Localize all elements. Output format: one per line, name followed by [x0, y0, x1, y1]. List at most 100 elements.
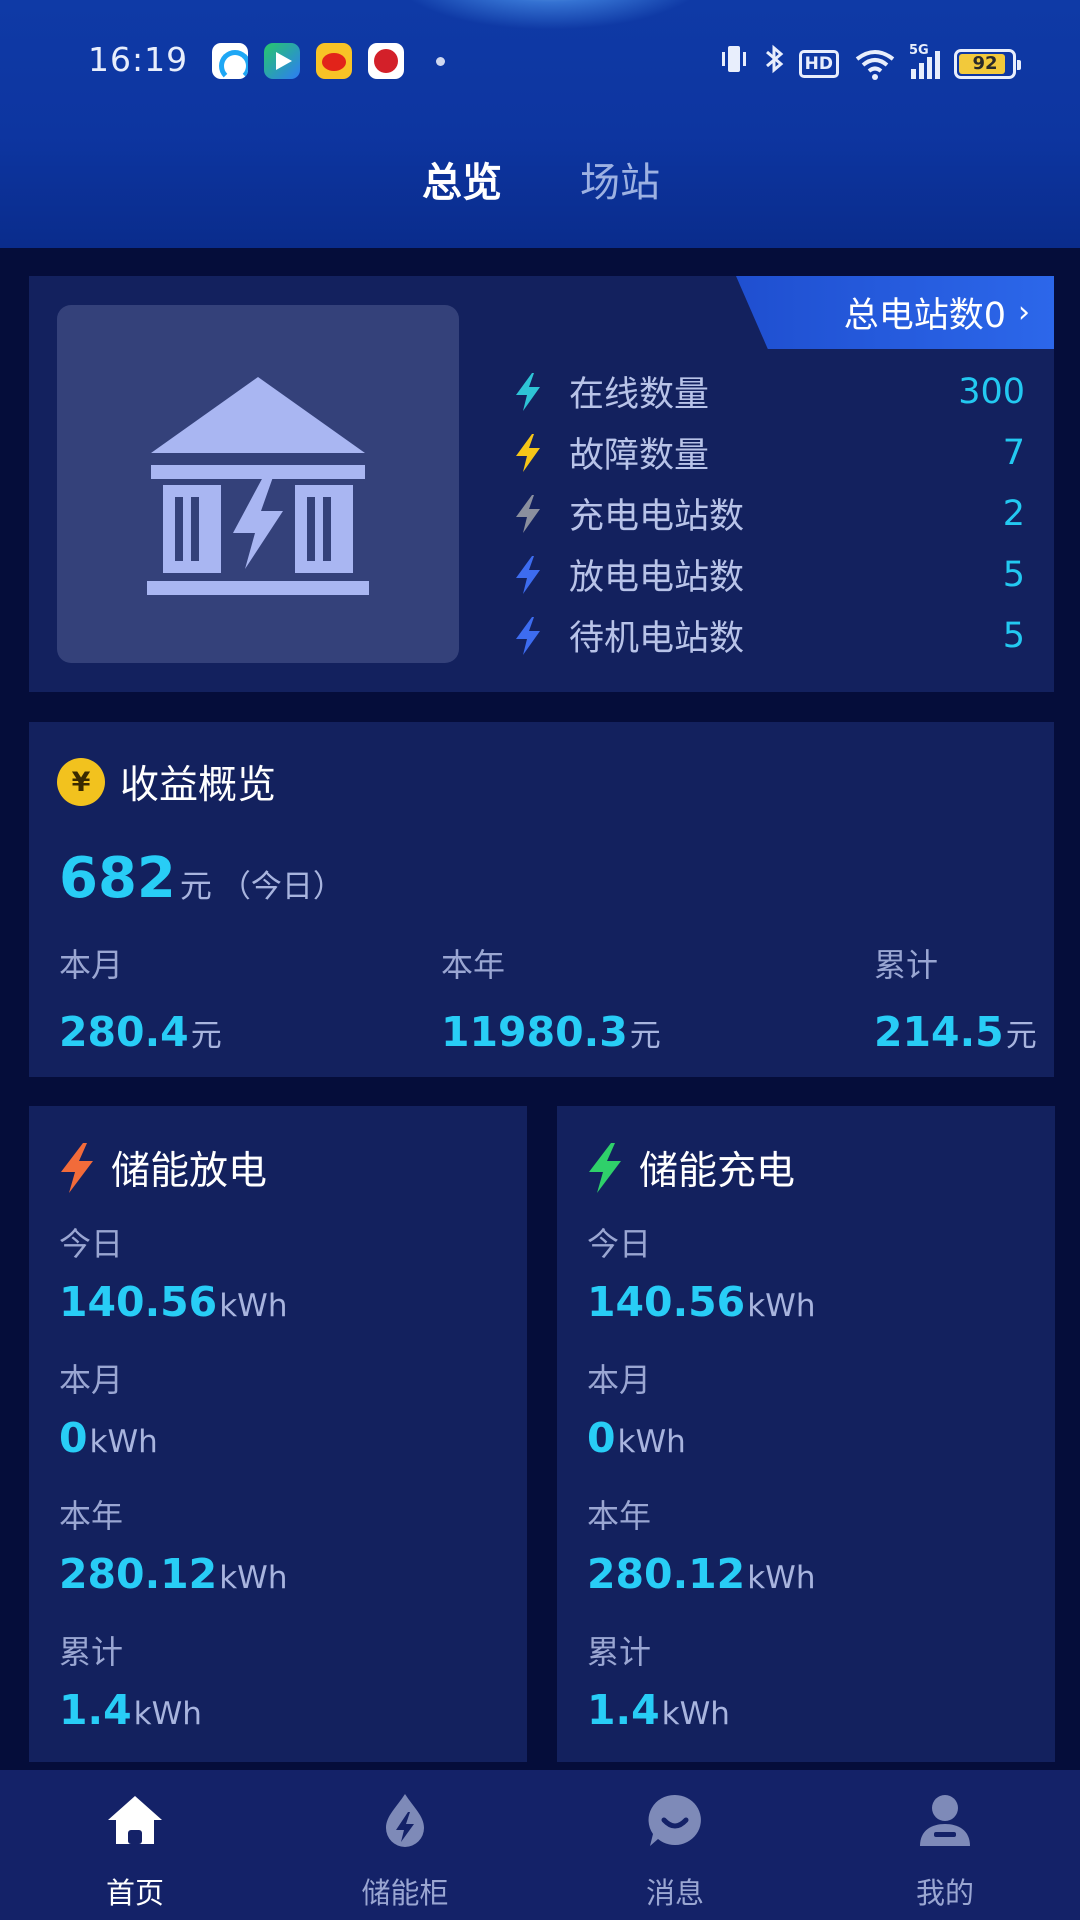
bank-app-icon [368, 43, 404, 79]
stat-row-fault: 故障数量 7 [501, 422, 1055, 483]
list-item: 本年 280.12 kWh [587, 1494, 815, 1630]
stat-label: 在线数量 [569, 375, 710, 415]
nav-label: 消息 [645, 1876, 704, 1910]
station-summary-card: 总电站数0 › 在线数量 300 故障数量 7 充电电站数 2 放电电站数 5 … [29, 276, 1054, 692]
battery-level: 92 [972, 53, 998, 74]
energy-label: 本年 [587, 1497, 652, 1535]
charge-stats: 今日 140.56 kWh 本月 0 kWh 本年 280.12 kWh 累计 1.4… [587, 1222, 815, 1766]
energy-value: 140.56 [59, 1278, 218, 1326]
stat-value: 300 [958, 371, 1025, 412]
energy-unit: kWh [747, 1560, 816, 1596]
energy-label: 本年 [59, 1497, 124, 1535]
stat-label: 放电电站数 [569, 558, 745, 598]
nav-item-messages[interactable]: 消息 [575, 1790, 775, 1912]
revenue-year: 本年 11980.3 元 [441, 940, 661, 1056]
energy-label: 本月 [587, 1361, 652, 1399]
nav-label: 储能柜 [361, 1876, 449, 1910]
revenue-today-unit: 元 [179, 867, 212, 905]
stat-row-online: 在线数量 300 [501, 361, 1055, 422]
power-station-icon [147, 377, 369, 595]
energy-value: 280.12 [59, 1550, 218, 1598]
bolt-icon [589, 1143, 621, 1193]
bolt-icon [516, 555, 540, 594]
energy-unit: kWh [219, 1288, 288, 1324]
battery-icon: 92 [954, 48, 1021, 79]
stat-value: 2 [1002, 493, 1025, 534]
revenue-unit: 元 [629, 1018, 661, 1054]
hd-voice-icon: HD [798, 49, 839, 78]
list-item: 本月 0 kWh [59, 1358, 287, 1494]
revenue-today-value: 682 [59, 846, 176, 911]
bolt-icon [516, 494, 540, 533]
energy-label: 本月 [59, 1361, 124, 1399]
video-app-icon [264, 43, 300, 79]
revenue-total: 累计 214.5 元 [874, 940, 1037, 1056]
bottom-navigation: 首页 储能柜 消息 我的 [0, 1770, 1080, 1920]
charge-title: 储能充电 [585, 1140, 795, 1196]
revenue-title-text: 收益概览 [120, 763, 277, 808]
stat-label: 故障数量 [569, 436, 710, 476]
energy-charge-card: 储能充电 今日 140.56 kWh 本月 0 kWh 本年 280.12 kWh 累… [557, 1106, 1055, 1762]
weibo-app-icon [316, 43, 352, 79]
energy-unit: kWh [133, 1696, 202, 1732]
energy-unit: kWh [89, 1424, 158, 1460]
revenue-value: 214.5 [874, 1008, 1004, 1056]
charge-title-text: 储能充电 [639, 1149, 796, 1194]
nav-item-energy-cabinet[interactable]: 储能柜 [305, 1790, 505, 1912]
nav-item-home[interactable]: 首页 [35, 1790, 235, 1912]
revenue-unit: 元 [190, 1018, 222, 1054]
list-item: 今日 140.56 kWh [59, 1222, 287, 1358]
revenue-today-suffix: （今日） [219, 869, 344, 905]
cellular-signal-icon: 5G [909, 43, 940, 79]
energy-value: 0 [587, 1414, 616, 1462]
energy-unit: kWh [219, 1560, 288, 1596]
energy-label: 累计 [59, 1633, 124, 1671]
revenue-label: 本月 [59, 946, 124, 984]
revenue-label: 累计 [874, 946, 939, 984]
list-item: 累计 1.4 kWh [59, 1630, 287, 1766]
discharge-title: 储能放电 [57, 1140, 267, 1196]
home-icon [108, 1796, 162, 1844]
revenue-title: ¥ 收益概览 [57, 754, 276, 810]
status-bar: 16:19 HD 5G 92 [0, 28, 1080, 98]
vibrate-icon [719, 42, 749, 85]
stat-row-discharging: 放电电站数 5 [501, 544, 1055, 605]
wifi-icon [853, 47, 897, 81]
system-icons: HD 5G 92 [719, 42, 1021, 85]
chevron-right-icon: › [1018, 295, 1030, 330]
profile-icon [920, 1795, 970, 1846]
tab-stations[interactable]: 场站 [580, 150, 660, 208]
revenue-today: 682 元 （今日） [59, 846, 344, 911]
list-item: 本月 0 kWh [587, 1358, 815, 1494]
app-header: 16:19 HD 5G 92 总览 场站 [0, 0, 1080, 248]
stat-value: 7 [1002, 432, 1025, 473]
tab-overview[interactable]: 总览 [422, 150, 502, 208]
bolt-icon [516, 372, 540, 411]
bolt-icon [516, 616, 540, 655]
energy-label: 累计 [587, 1633, 652, 1671]
status-time: 16:19 [88, 40, 189, 79]
bolt-icon [61, 1143, 93, 1193]
more-notifications-dot [436, 57, 445, 66]
revenue-unit: 元 [1005, 1018, 1037, 1054]
notification-app-icons [212, 43, 445, 79]
energy-unit: kWh [747, 1288, 816, 1324]
energy-unit: kWh [617, 1424, 686, 1460]
discharge-title-text: 储能放电 [111, 1149, 268, 1194]
stat-label: 待机电站数 [569, 619, 745, 659]
total-stations-link[interactable]: 总电站数0 › [736, 276, 1054, 349]
discharge-stats: 今日 140.56 kWh 本月 0 kWh 本年 280.12 kWh 累计 1.4… [59, 1222, 287, 1766]
power-station-illustration [57, 305, 459, 663]
revenue-value: 280.4 [59, 1008, 189, 1056]
energy-value: 140.56 [587, 1278, 746, 1326]
list-item: 今日 140.56 kWh [587, 1222, 815, 1358]
header-glow [390, 0, 710, 30]
revenue-overview-card: ¥ 收益概览 682 元 （今日） 本月 280.4 元 本年 11980.3 … [29, 722, 1054, 1077]
energy-value: 1.4 [59, 1686, 132, 1734]
energy-label: 今日 [587, 1225, 652, 1263]
revenue-label: 本年 [441, 946, 506, 984]
nav-item-profile[interactable]: 我的 [845, 1790, 1045, 1912]
energy-cabinet-icon [386, 1794, 424, 1847]
message-icon [648, 1794, 701, 1846]
nav-label: 我的 [915, 1876, 974, 1910]
